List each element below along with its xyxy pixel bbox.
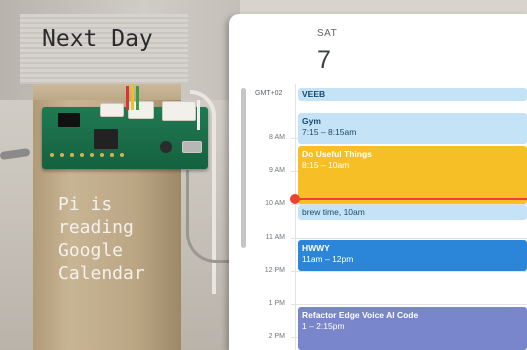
current-time-dot bbox=[290, 194, 300, 204]
green-wire bbox=[136, 86, 139, 110]
gpio-pin bbox=[80, 153, 84, 157]
white-wire bbox=[197, 100, 200, 130]
black-chip bbox=[94, 129, 118, 149]
event-time: 7:15 – 8:15am bbox=[302, 127, 357, 137]
caption-line: reading bbox=[58, 217, 134, 238]
event-title: brew time, 10am bbox=[302, 207, 365, 217]
day-number: 7 bbox=[317, 46, 331, 74]
raspberry-pi-board bbox=[42, 101, 208, 169]
next-day-label: Next Day bbox=[42, 26, 153, 52]
caption-line: Calendar bbox=[58, 263, 145, 284]
event-refactor-edge-voice-ai-code[interactable]: Refactor Edge Voice AI Code 1 – 2:15pm bbox=[298, 307, 527, 350]
red-wire bbox=[126, 86, 129, 110]
hour-label: 2 PM bbox=[268, 333, 285, 340]
event-title: Gym bbox=[302, 116, 321, 126]
photo-scene: Next Day Pi is reading Google Calendar S… bbox=[0, 0, 527, 350]
scrollbar[interactable] bbox=[241, 88, 246, 248]
gpio-pin bbox=[50, 153, 54, 157]
background-cable bbox=[186, 170, 235, 263]
caption-line: Pi is bbox=[58, 194, 113, 215]
white-connector bbox=[100, 103, 124, 117]
event-gym[interactable]: Gym 7:15 – 8:15am bbox=[298, 113, 527, 144]
event-time: 1 – 2:15pm bbox=[302, 321, 345, 331]
gpio-pin bbox=[70, 153, 74, 157]
hour-label: 1 PM bbox=[268, 300, 285, 307]
hour-label: 12 PM bbox=[264, 267, 285, 274]
time-column-divider bbox=[295, 84, 296, 350]
white-connector bbox=[162, 101, 196, 121]
day-name: SAT bbox=[317, 28, 338, 39]
usb-port bbox=[182, 141, 202, 153]
event-do-useful-things[interactable]: Do Useful Things 8:15 – 10am bbox=[298, 146, 527, 204]
hour-label: 10 AM bbox=[265, 200, 285, 207]
gpio-pin bbox=[60, 153, 64, 157]
tablet-screen: SAT 7 GMT+02 VEEB 8 AM 9 AM 10 AM 11 AM … bbox=[229, 14, 527, 350]
event-time: 8:15 – 10am bbox=[302, 160, 350, 170]
gpio-pin bbox=[90, 153, 94, 157]
gpio-pin bbox=[110, 153, 114, 157]
black-chip bbox=[58, 113, 80, 127]
gpio-pin bbox=[100, 153, 104, 157]
event-hwwy[interactable]: HWWY 11am – 12pm bbox=[298, 240, 527, 271]
event-title: Do Useful Things bbox=[302, 149, 372, 159]
current-time-line bbox=[295, 198, 527, 200]
timezone-label: GMT+02 bbox=[255, 90, 283, 97]
caption-line: Google bbox=[58, 240, 124, 261]
all-day-event[interactable]: VEEB bbox=[298, 88, 527, 101]
hour-label: 11 AM bbox=[265, 234, 285, 241]
hour-label: 8 AM bbox=[269, 134, 285, 141]
event-title: Refactor Edge Voice AI Code bbox=[302, 310, 419, 320]
hour-gridline bbox=[291, 271, 527, 272]
yellow-wire bbox=[131, 84, 134, 110]
hour-gridline bbox=[291, 304, 527, 305]
event-title: HWWY bbox=[302, 243, 330, 253]
event-brew-time[interactable]: brew time, 10am bbox=[298, 205, 527, 220]
gpio-pin bbox=[120, 153, 124, 157]
button-cap bbox=[160, 141, 172, 153]
hour-gridline bbox=[291, 238, 527, 239]
hour-label: 9 AM bbox=[269, 167, 285, 174]
background-cable bbox=[0, 147, 31, 161]
event-time: 11am – 12pm bbox=[302, 254, 354, 264]
